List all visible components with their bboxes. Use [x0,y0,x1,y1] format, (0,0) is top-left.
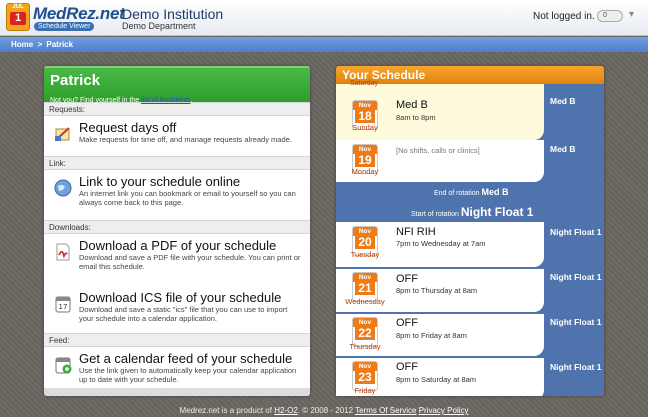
weekday-label: Wednesday [345,297,385,306]
prompt-end: . [190,97,193,104]
request-days-off-title: Request days off [79,120,177,135]
request-days-off-button[interactable]: Request days off Make requests for time … [44,116,310,156]
download-pdf-button[interactable]: Download a PDF of your schedule Download… [44,234,310,286]
day-row[interactable]: Nov 20 Tuesday NFI RIH 7pm to Wednesday … [336,222,544,267]
shift-name[interactable]: Med B [396,99,428,111]
breadcrumb-current: Patrick [46,40,74,49]
rotation-tag: Night Float 1 [550,317,602,327]
day-row[interactable]: Nov 21 Wednesday OFF 8pm to Thursday at … [336,269,544,312]
department-name: Demo Department [122,21,196,31]
rotation-tag: Night Float 1 [550,362,602,372]
institution-name: Demo Institution [122,6,224,22]
partial-day-row: Saturday [336,80,544,94]
calendar-feed-title: Get a calendar feed of your schedule [79,351,293,366]
date-day: 19 [355,154,375,167]
shift-name[interactable]: OFF [396,317,418,329]
svg-text:17: 17 [59,303,68,311]
company-link[interactable]: H2-O2 [274,406,298,415]
calendar-feed-desc: Use the link given to automatically keep… [79,366,297,384]
start-rotation-prefix: Start of rotation [411,211,459,218]
date-day: 18 [355,110,375,123]
date-day: 20 [355,236,375,249]
globe-icon [53,178,73,198]
privacy-link[interactable]: Privacy Policy [419,406,469,415]
start-of-rotation: Start of rotation Night Float 1 [411,205,533,219]
schedule-panel: Your Schedule Saturday Nov 18 Sunday Med… [336,66,604,396]
end-of-rotation: End of rotation Med B [434,187,508,197]
calendar-feed-button[interactable]: Get a calendar feed of your schedule Use… [44,347,310,393]
weekday-label: Sunday [352,123,378,132]
download-ics-title: Download ICS file of your schedule [79,290,282,305]
resident-header: Patrick Not you? Find yourself in the li… [44,66,310,104]
request-form-icon [53,124,73,144]
calendar-feed-icon [53,355,73,375]
shift-time: 8am to 8pm [396,113,436,122]
breadcrumb: Home > Patrick [0,37,648,52]
shift-name[interactable]: OFF [396,361,418,373]
day-row[interactable]: Nov 19 Monday [No shifts, calls or clini… [336,140,544,182]
footer-copyright: . © 2008 - 2012 [297,406,354,415]
calendar-file-icon: 17 [53,294,73,314]
residents-list-link[interactable]: list of Residents [141,97,190,104]
end-rotation-prefix: End of rotation [434,190,480,197]
resident-actions-panel: Patrick Not you? Find yourself in the li… [44,66,310,396]
shift-time: 8pm to Saturday at 8am [396,375,477,384]
schedule-link-title: Link to your schedule online [79,174,241,189]
date-day: 23 [355,371,375,384]
section-link: Link: [44,156,310,170]
section-feed: Feed: [44,333,310,347]
rotation-tag: Med B [550,144,576,154]
download-ics-desc: Download and save a static "ics" file th… [79,305,288,323]
panel-footer-bar [44,388,310,396]
breadcrumb-separator: > [37,40,43,49]
shift-name[interactable]: NFI RIH [396,226,436,238]
day-row[interactable]: Nov 23 Friday OFF 8pm to Saturday at 8am [336,358,544,396]
date-day: 22 [355,327,375,340]
day-row[interactable]: Nov 22 Thursday OFF 8pm to Friday at 8am [336,314,544,356]
dropdown-arrow-icon[interactable]: ▾ [629,9,634,20]
date-day: 21 [355,282,375,295]
rotation-tag: Night Float 1 [550,272,602,282]
day-row[interactable]: Nov 18 Sunday Med B 8am to 8pm [336,94,544,140]
calendar-logo-icon[interactable]: JUL 1 [6,3,30,31]
shift-time: 7pm to Wednesday at 7am [396,239,486,248]
page-footer: Medrez.net is a product of H2-O2. © 2008… [0,406,648,415]
weekday-label: Friday [354,386,376,395]
login-toggle[interactable]: 0 [597,10,623,22]
partial-weekday: Saturday [350,80,379,87]
weekday-label: Tuesday [350,250,380,259]
pdf-icon [53,242,73,262]
schedule-link-desc: An internet link you can bookmark or ema… [79,189,296,207]
download-pdf-title: Download a PDF of your schedule [79,238,277,253]
login-status: Not logged in. [533,11,595,22]
download-ics-button[interactable]: 17 Download ICS file of your schedule Do… [44,286,310,333]
terms-link[interactable]: Terms Of Service [355,406,416,415]
brand-name[interactable]: MedRez.net [33,4,125,24]
schedule-link-button[interactable]: Link to your schedule online An internet… [44,170,310,220]
weekday-label: Thursday [349,342,381,351]
breadcrumb-home-link[interactable]: Home [11,40,33,49]
shift-name[interactable]: OFF [396,273,418,285]
download-pdf-desc: Download and save a PDF file with your s… [79,253,301,271]
logo-month: JUL [12,4,24,10]
rotation-tag: Med B [550,96,576,106]
section-downloads: Downloads: [44,220,310,234]
not-you-text: Not you? Find yourself in the [50,97,140,104]
shift-time: 8pm to Thursday at 8am [396,286,478,295]
start-rotation-name: Night Float 1 [460,205,534,219]
request-days-off-desc: Make requests for time off, and manage r… [79,135,292,144]
footer-text: Medrez.net is a product of [179,406,272,415]
not-you-prompt: Not you? Find yourself in the list of Re… [50,97,192,104]
weekday-label: Monday [351,167,379,176]
no-shifts-text: [No shifts, calls or clinics] [396,146,480,155]
logo-day: 1 [10,12,26,25]
app-header: JUL 1 MedRez.net Schedule Viewer Demo In… [0,0,648,36]
resident-name: Patrick [50,72,101,89]
brand-subtitle: Schedule Viewer [34,22,95,31]
end-rotation-name: Med B [481,187,509,197]
rotation-tag: Night Float 1 [550,227,602,237]
shift-time: 8pm to Friday at 8am [396,331,467,340]
